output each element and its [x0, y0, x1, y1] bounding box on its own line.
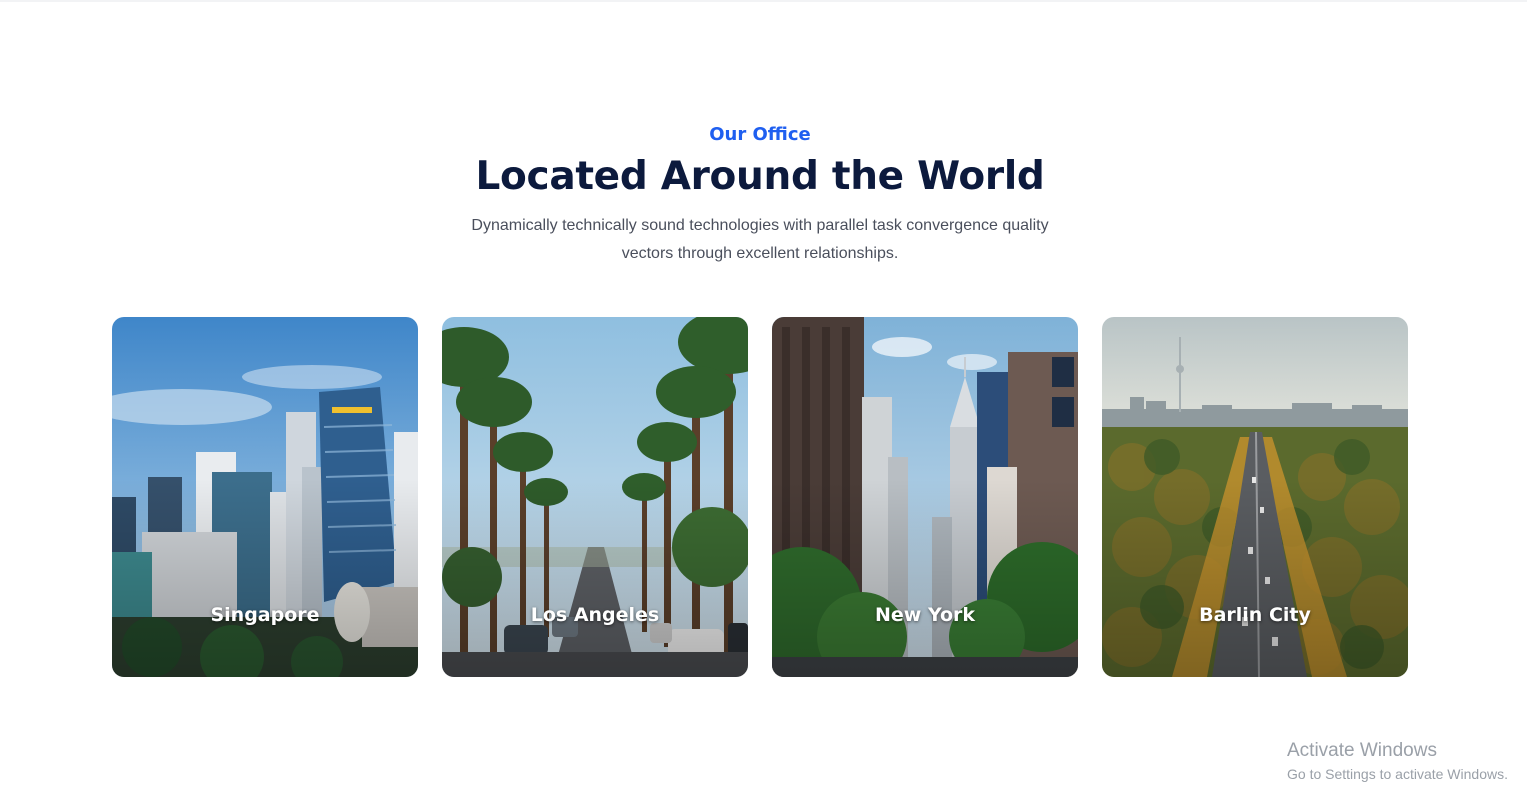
office-city-label: New York — [874, 604, 976, 626]
office-card-los-angeles[interactable]: Los Angeles — [442, 317, 748, 677]
office-city-label: Barlin City — [1199, 604, 1311, 626]
watermark-title: Activate Windows — [1287, 740, 1437, 761]
section-description: Dynamically technically sound technologi… — [471, 217, 1049, 262]
office-card-singapore[interactable]: Singapore — [112, 317, 418, 677]
office-card-new-york[interactable]: New York — [772, 317, 1078, 677]
office-city-label: Singapore — [210, 604, 320, 626]
section-eyebrow: Our Office — [709, 124, 811, 145]
office-city-label: Los Angeles — [530, 604, 660, 626]
section-title: Located Around the World — [475, 154, 1045, 199]
office-locations-section: Our Office Located Around the World Dyna… — [0, 0, 1527, 794]
watermark-subtitle: Go to Settings to activate Windows. — [1287, 766, 1508, 782]
windows-activation-watermark: Activate Windows Go to Settings to activ… — [1287, 739, 1527, 785]
office-card-barlin-city[interactable]: Barlin City — [1102, 317, 1408, 677]
